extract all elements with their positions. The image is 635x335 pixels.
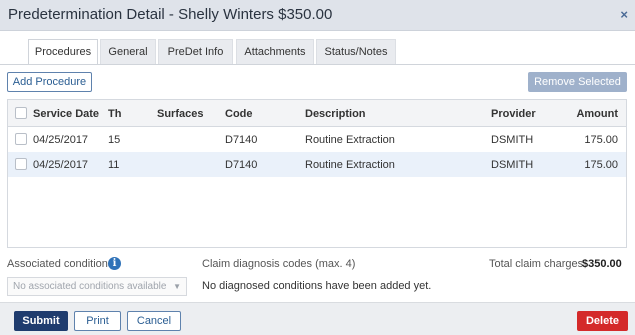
table-header: Service Date Th Surfaces Code Descriptio… xyxy=(8,100,626,127)
column-header[interactable]: Surfaces xyxy=(157,108,203,120)
associated-conditions-select[interactable]: No associated conditions available ▼ xyxy=(7,277,187,296)
tab-predet-info[interactable]: PreDet Info xyxy=(158,39,233,64)
cell-amount: 175.00 xyxy=(584,159,618,171)
column-header[interactable]: Amount xyxy=(548,108,618,120)
cell-tooth: 11 xyxy=(108,159,120,171)
procedures-table: Service Date Th Surfaces Code Descriptio… xyxy=(7,99,627,248)
cell-code: D7140 xyxy=(225,159,258,171)
cell-provider: DSMITH xyxy=(491,159,534,171)
chevron-down-icon: ▼ xyxy=(173,282,181,291)
column-header[interactable]: Service Date xyxy=(33,108,99,120)
select-placeholder: No associated conditions available xyxy=(13,281,167,292)
diagnosis-empty-text: No diagnosed conditions have been added … xyxy=(202,280,432,292)
tab-procedures[interactable]: Procedures xyxy=(28,39,98,65)
cell-service-date: 04/25/2017 xyxy=(33,159,89,171)
delete-button[interactable]: Delete xyxy=(577,311,628,331)
row-checkbox[interactable] xyxy=(15,158,27,170)
table-row[interactable]: 04/25/2017 11 D7140 Routine Extraction D… xyxy=(8,152,626,177)
cell-provider: DSMITH xyxy=(491,134,534,146)
print-button[interactable]: Print xyxy=(74,311,121,331)
diagnosis-codes-label: Claim diagnosis codes (max. 4) xyxy=(202,258,356,270)
cell-tooth: 15 xyxy=(108,134,121,146)
tab-general[interactable]: General xyxy=(100,39,156,64)
row-checkbox[interactable] xyxy=(15,133,27,145)
cell-description: Routine Extraction xyxy=(305,134,395,146)
column-header[interactable]: Provider xyxy=(491,108,536,120)
cell-service-date: 04/25/2017 xyxy=(33,134,89,146)
table-row[interactable]: 04/25/2017 15 D7140 Routine Extraction D… xyxy=(8,127,626,152)
column-header[interactable]: Description xyxy=(305,108,366,120)
cell-description: Routine Extraction xyxy=(305,159,395,171)
close-icon[interactable]: × xyxy=(620,7,628,22)
info-icon[interactable]: i xyxy=(108,257,121,270)
associated-conditions-label: Associated conditions xyxy=(7,258,114,270)
column-header[interactable]: Th xyxy=(108,108,121,120)
dialog-titlebar: Predetermination Detail - Shelly Winters… xyxy=(0,0,635,31)
cell-code: D7140 xyxy=(225,134,258,146)
dialog-title: Predetermination Detail - Shelly Winters… xyxy=(8,6,333,23)
cancel-button[interactable]: Cancel xyxy=(127,311,181,331)
tab-divider xyxy=(0,64,635,65)
tab-status-notes[interactable]: Status/Notes xyxy=(316,39,396,64)
total-charges-label: Total claim charges xyxy=(489,258,584,270)
tab-attachments[interactable]: Attachments xyxy=(236,39,314,64)
total-charges-value: $350.00 xyxy=(582,258,622,270)
column-header[interactable]: Code xyxy=(225,108,253,120)
add-procedure-button[interactable]: Add Procedure xyxy=(7,72,92,92)
cell-amount: 175.00 xyxy=(584,134,618,146)
remove-selected-button[interactable]: Remove Selected xyxy=(528,72,627,92)
dialog-footer: Submit Print Cancel Delete xyxy=(0,302,635,335)
submit-button[interactable]: Submit xyxy=(14,311,68,331)
select-all-checkbox[interactable] xyxy=(15,107,27,119)
